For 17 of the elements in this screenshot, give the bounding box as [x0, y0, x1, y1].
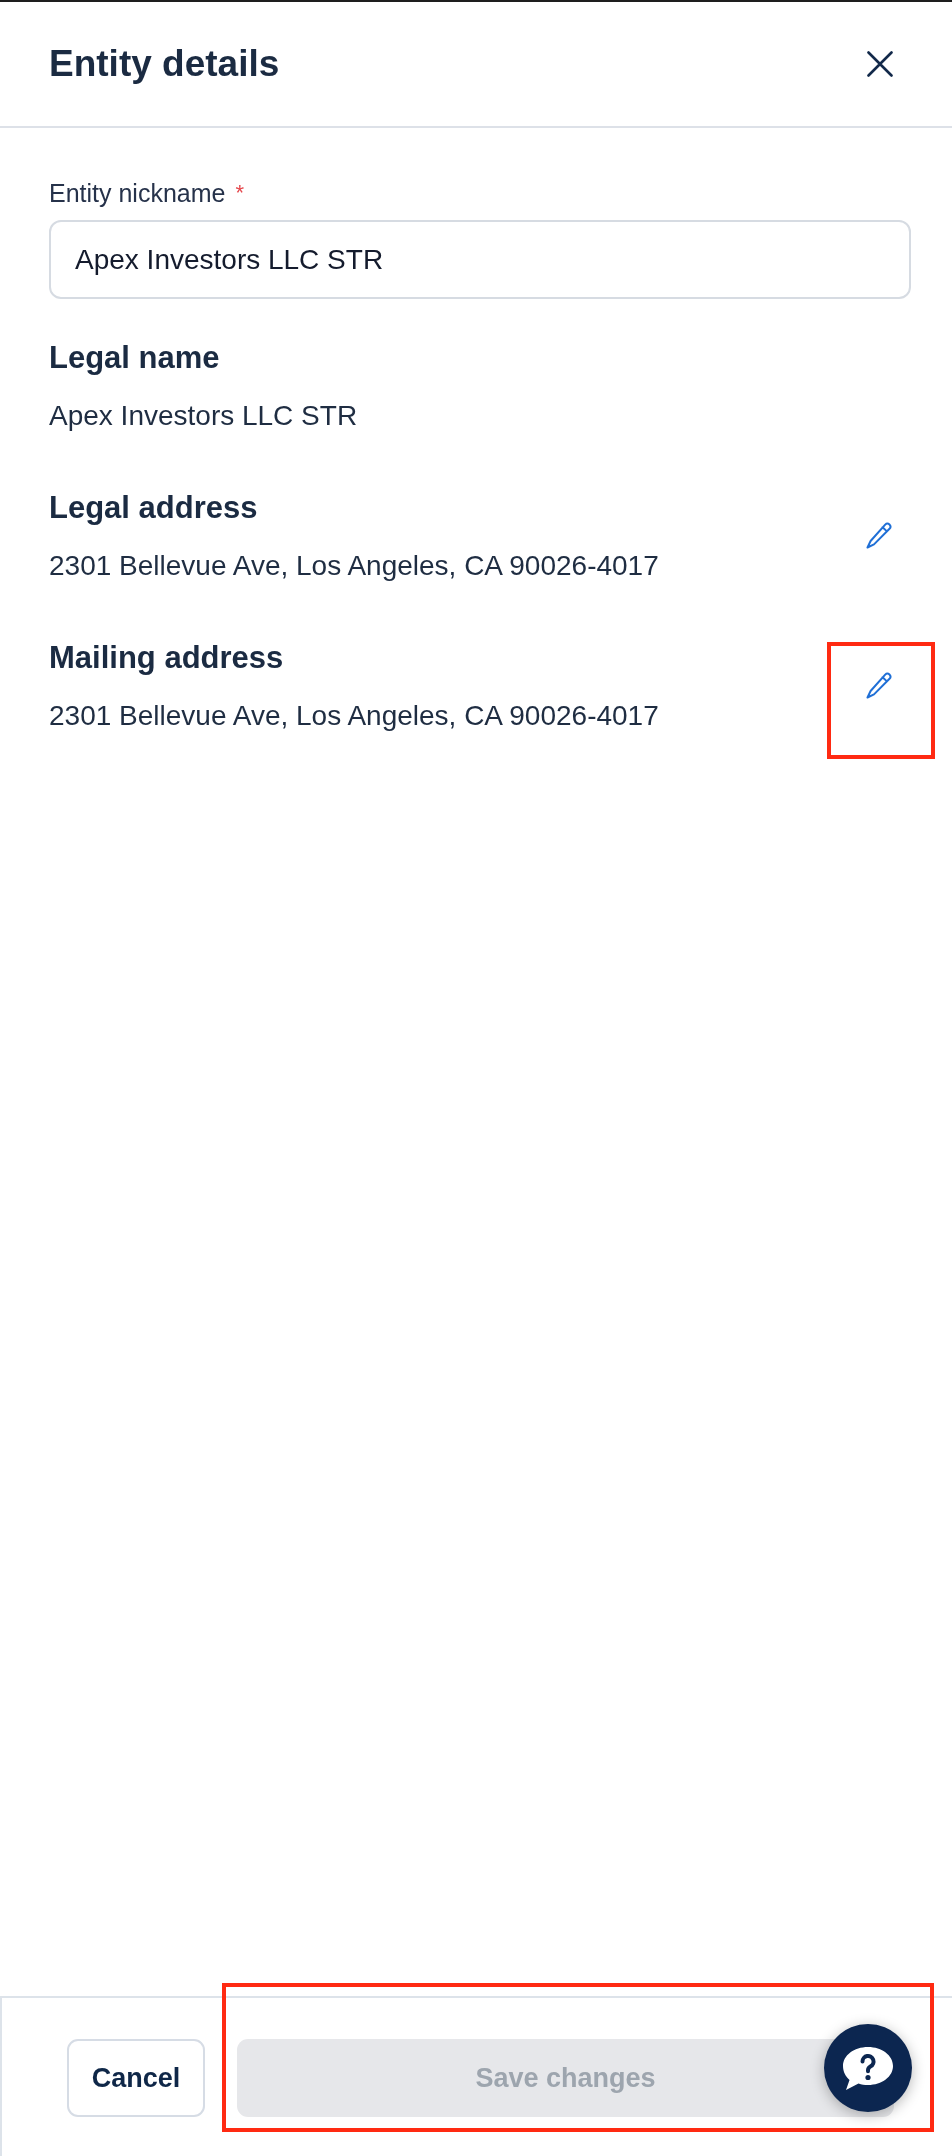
- section-value: 2301 Bellevue Ave, Los Angeles, CA 90026-4017: [49, 549, 659, 583]
- pencil-icon: [865, 522, 893, 550]
- section-heading: Mailing address: [49, 639, 285, 677]
- required-mark: *: [235, 179, 245, 207]
- pencil-icon: [865, 672, 893, 700]
- nickname-input[interactable]: Apex Investors LLC STR: [49, 220, 911, 299]
- field-label: Entity nickname: [49, 178, 226, 208]
- help-button[interactable]: [824, 2024, 912, 2112]
- section-value: 2301 Bellevue Ave, Los Angeles, CA 90026-4017: [49, 699, 659, 733]
- close-button[interactable]: [867, 51, 893, 77]
- section-heading: Legal address: [49, 489, 259, 527]
- section-value: Apex Investors LLC STR: [49, 399, 358, 433]
- section-heading: Legal name: [49, 339, 221, 377]
- panel-title: Entity details: [49, 42, 280, 86]
- close-icon: [867, 51, 893, 77]
- cancel-button[interactable]: Cancel: [67, 2039, 205, 2117]
- help-icon: [842, 2045, 894, 2091]
